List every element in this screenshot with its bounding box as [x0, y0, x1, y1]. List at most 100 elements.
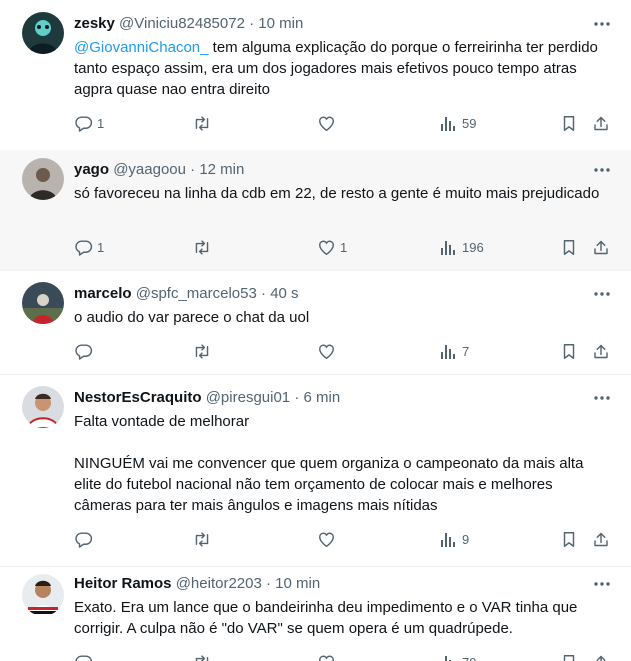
like-button[interactable] [317, 652, 340, 661]
username[interactable]: @yaagoou [113, 161, 186, 178]
separator-dot: · [249, 15, 255, 32]
username[interactable]: @Viniciu82485072 [119, 15, 245, 32]
action-bar: 79 [74, 652, 616, 661]
tweet-header: marcelo @spfc_marcelo53 · 40 s [74, 284, 299, 304]
heart-icon [319, 655, 334, 661]
retweet-icon [195, 531, 209, 547]
more-icon[interactable] [591, 14, 613, 34]
timestamp[interactable]: 6 min [304, 389, 341, 406]
retweet-button[interactable] [192, 237, 212, 257]
share-button[interactable] [592, 113, 610, 133]
like-button[interactable] [317, 113, 340, 133]
more-icon[interactable] [591, 284, 613, 304]
reply-icon [75, 654, 93, 661]
share-button[interactable] [592, 341, 610, 361]
tweet[interactable]: zesky @Viniciu82485072 · 10 min @Giovann… [0, 0, 631, 151]
tweet-body: Exato. Era um lance que o bandeirinha de… [74, 599, 582, 637]
share-button[interactable] [592, 529, 610, 549]
views-button[interactable]: 59 [440, 113, 476, 133]
share-button[interactable] [592, 237, 610, 257]
bookmark-button[interactable] [560, 113, 578, 133]
reply-button[interactable] [74, 652, 97, 661]
views-button[interactable]: 7 [440, 341, 469, 361]
view-count: 79 [462, 655, 476, 661]
reply-button[interactable] [74, 341, 97, 361]
mention-link[interactable]: @GiovanniChacon_ [74, 39, 208, 56]
action-bar: 7 [74, 341, 616, 361]
reply-button[interactable]: 1 [74, 237, 104, 257]
tweet-text: Falta vontade de melhorar NINGUÉM vai me… [74, 411, 614, 516]
retweet-button[interactable] [192, 529, 212, 549]
like-button[interactable]: 1 [317, 237, 347, 257]
display-name[interactable]: NestorEsCraquito [74, 389, 202, 406]
avatar[interactable] [22, 282, 64, 324]
reply-count: 1 [97, 115, 105, 131]
reply-icon [75, 239, 93, 256]
share-button[interactable] [592, 652, 610, 661]
avatar[interactable] [22, 158, 64, 200]
bookmark-button[interactable] [560, 341, 578, 361]
reply-count: 1 [97, 239, 105, 255]
display-name[interactable]: zesky [74, 15, 115, 32]
tweet-text: Exato. Era um lance que o bandeirinha de… [74, 597, 614, 639]
retweet-button[interactable] [192, 341, 212, 361]
tweet[interactable]: Heitor Ramos @heitor2203 · 10 min Exato.… [0, 566, 631, 661]
retweet-button[interactable] [192, 652, 212, 661]
like-button[interactable] [317, 341, 340, 361]
action-bar: 9 [74, 529, 616, 549]
retweet-button[interactable] [192, 113, 212, 133]
tweet[interactable]: NestorEsCraquito @piresgui01 · 6 min Fal… [0, 374, 631, 567]
tweet-body: Falta vontade de melhorar [74, 413, 250, 430]
tweet-body: NINGUÉM vai me convencer que quem organi… [74, 455, 588, 514]
tweet[interactable]: marcelo @spfc_marcelo53 · 40 s o audio d… [0, 270, 631, 375]
display-name[interactable]: marcelo [74, 285, 132, 302]
retweet-icon [195, 654, 209, 661]
avatar[interactable] [22, 574, 64, 616]
reply-button[interactable]: 1 [74, 113, 104, 133]
username[interactable]: @heitor2203 [176, 575, 262, 592]
views-button[interactable]: 196 [440, 237, 484, 257]
more-icon[interactable] [591, 574, 613, 594]
tweet[interactable]: yago @yaagoou · 12 min só favoreceu na l… [0, 150, 631, 271]
reply-icon [75, 531, 93, 548]
view-count: 59 [462, 115, 477, 131]
separator-dot: · [261, 285, 267, 302]
views-icon [441, 345, 455, 359]
share-icon [594, 240, 608, 254]
share-icon [594, 116, 608, 130]
display-name[interactable]: yago [74, 161, 109, 178]
reply-button[interactable] [74, 529, 97, 549]
views-button[interactable]: 9 [440, 529, 469, 549]
tweet-header: yago @yaagoou · 12 min [74, 160, 244, 180]
bookmark-button[interactable] [560, 237, 578, 257]
bookmark-button[interactable] [560, 652, 578, 661]
more-icon[interactable] [591, 388, 613, 408]
views-icon [441, 533, 455, 547]
username[interactable]: @piresgui01 [206, 389, 290, 406]
share-icon [596, 655, 606, 661]
avatar[interactable] [22, 12, 64, 54]
display-name[interactable]: Heitor Ramos [74, 575, 172, 592]
more-icon[interactable] [591, 160, 613, 180]
bookmark-button[interactable] [560, 529, 578, 549]
username[interactable]: @spfc_marcelo53 [136, 285, 257, 302]
timestamp[interactable]: 10 min [275, 575, 320, 592]
tweet-text: @GiovanniChacon_ tem alguma explicação d… [74, 37, 614, 100]
timestamp[interactable]: 40 s [270, 285, 298, 302]
retweet-icon [195, 115, 209, 131]
bookmark-icon [563, 115, 575, 131]
views-icon [441, 117, 455, 131]
bookmark-icon [563, 531, 575, 547]
heart-icon [319, 240, 334, 255]
like-count: 1 [340, 239, 348, 255]
tweet-header: zesky @Viniciu82485072 · 10 min [74, 14, 303, 34]
views-button[interactable]: 79 [440, 652, 476, 661]
tweet-text: só favoreceu na linha da cdb em 22, de r… [74, 183, 614, 204]
like-button[interactable] [317, 529, 340, 549]
heart-icon [319, 116, 334, 131]
tweet-text: o audio do var parece o chat da uol [74, 307, 614, 328]
bookmark-icon [563, 239, 575, 255]
timestamp[interactable]: 12 min [199, 161, 244, 178]
timestamp[interactable]: 10 min [258, 15, 303, 32]
avatar[interactable] [22, 386, 64, 428]
